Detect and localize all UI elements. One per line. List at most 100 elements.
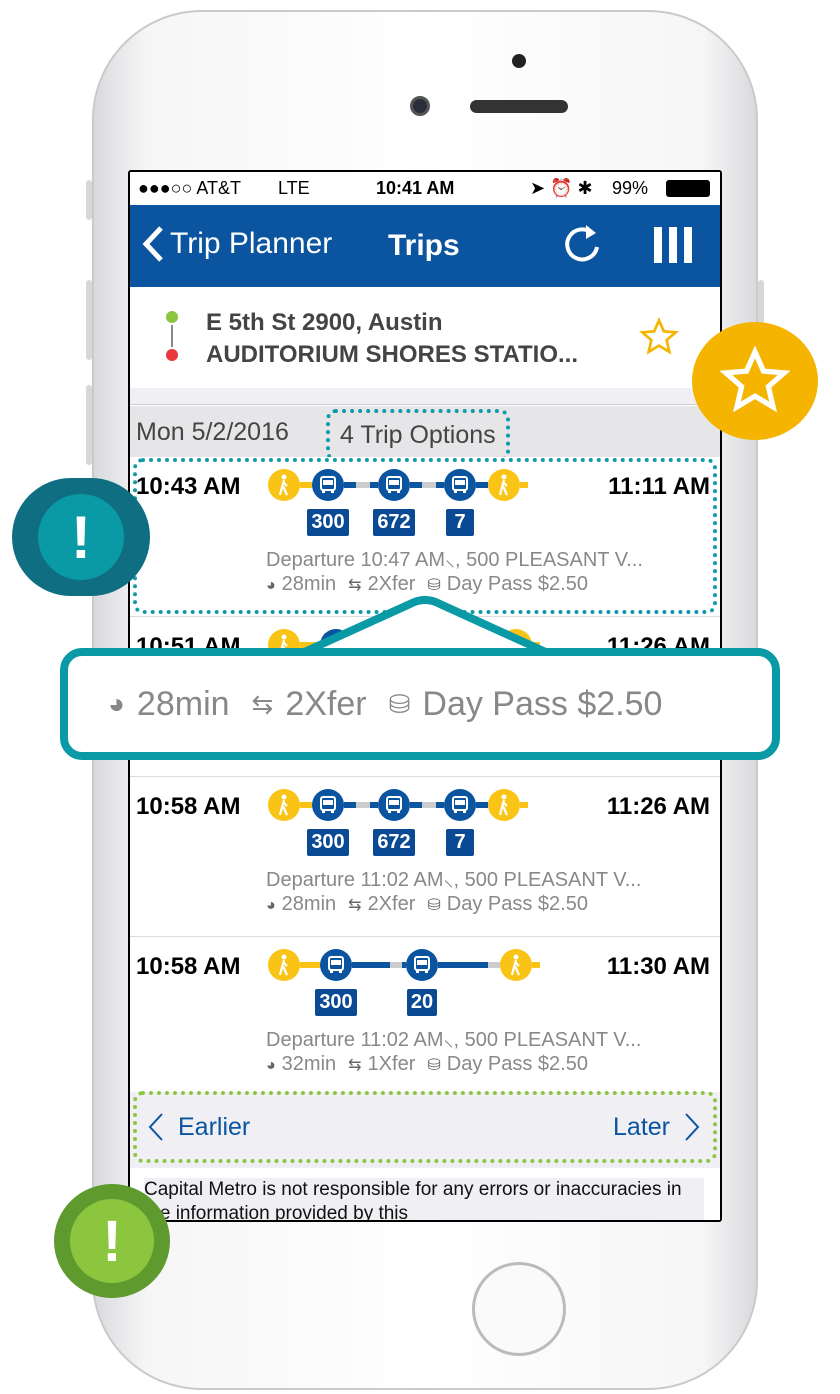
chevron-left-icon — [142, 226, 163, 262]
walk-segment — [520, 802, 528, 808]
disclaimer: Capital Metro is not responsible for any… — [144, 1178, 704, 1220]
realtime-icon: ⸜ — [443, 1029, 454, 1051]
highlight-pager — [133, 1091, 717, 1163]
bus-icon — [312, 789, 344, 821]
trip-row[interactable]: 10:58 AM 300 20 11:30 AM Departure 11:02 AM⸜… — [130, 937, 720, 1097]
alert-bubble-green: ! — [54, 1184, 170, 1298]
origin-dot-icon — [166, 311, 178, 323]
battery-percent: 99% — [612, 178, 649, 198]
alert-bubble-teal: ! — [12, 478, 150, 596]
coins-icon: ⛁ — [427, 897, 441, 914]
duration: 28min — [281, 893, 337, 915]
departure-stop: , 500 PLEASANT V... — [453, 869, 642, 891]
back-button[interactable]: Trip Planner — [142, 225, 332, 263]
departure-info: Departure 11:02 AM⸜, 500 PLEASANT V... — [266, 865, 641, 892]
volume-down-button — [86, 385, 92, 465]
transfers: 1Xfer — [367, 1053, 416, 1075]
clock-icon: ◕ — [266, 897, 276, 914]
walk-segment — [532, 962, 540, 968]
exclamation-icon: ! — [38, 494, 124, 580]
destination-address: AUDITORIUM SHORES STATIO... — [206, 341, 579, 368]
transfer-icon: ⇆ — [348, 897, 362, 914]
walk-icon — [488, 789, 520, 821]
transfers: 2Xfer — [367, 893, 416, 915]
trip-summary-callout: ◕ 28min ⇆ 2Xfer ⛁ Day Pass $2.50 — [60, 648, 780, 760]
walk-segment — [300, 802, 312, 808]
arrive-time: 11:26 AM — [606, 793, 710, 820]
nav-bar: Trip Planner Trips — [130, 205, 720, 287]
trip-stats: ◕ 32min ⇆ 1Xfer ⛁ Day Pass $2.50 — [266, 1053, 588, 1076]
refresh-icon[interactable] — [562, 223, 604, 265]
transfer-segment — [352, 962, 406, 968]
walk-icon — [268, 949, 300, 981]
bus-icon — [406, 949, 438, 981]
depart-time: 10:58 AM — [136, 793, 241, 820]
bus-icon — [378, 789, 410, 821]
volume-up-button — [86, 280, 92, 360]
transfer-icon: ⇆ — [251, 688, 274, 719]
walk-icon — [268, 789, 300, 821]
clock-icon: ◕ — [266, 1057, 276, 1074]
home-button[interactable] — [472, 1262, 566, 1356]
route-badge: 300 — [315, 989, 357, 1016]
star-icon[interactable] — [638, 317, 680, 357]
departure-time: Departure 11:02 AM — [266, 1029, 444, 1051]
origin-address: E 5th St 2900, Austin — [206, 309, 443, 336]
walk-segment — [300, 962, 320, 968]
mute-switch — [86, 180, 92, 220]
proximity-sensor — [512, 54, 526, 68]
network: LTE — [278, 178, 310, 198]
departure-stop: , 500 PLEASANT V... — [453, 1029, 642, 1051]
back-label: Trip Planner — [170, 227, 333, 260]
trip-legs: 300 20 — [268, 949, 540, 1016]
route-badge: 672 — [373, 829, 415, 856]
ride-segment — [438, 962, 500, 968]
star-icon — [719, 346, 791, 413]
coins-icon: ⛁ — [427, 1057, 441, 1074]
trip-date: Mon 5/2/2016 — [136, 418, 289, 446]
exclamation-icon: ! — [70, 1199, 154, 1283]
coins-icon: ⛁ — [388, 688, 411, 719]
arrive-time: 11:30 AM — [606, 953, 710, 980]
carrier: ●●●○○ AT&T — [138, 178, 242, 198]
menu-icon[interactable] — [654, 227, 694, 263]
trip-row[interactable]: 10:58 AM 300 672 7 11:26 AM Departure 11:02 A… — [130, 777, 720, 937]
route-badge: 7 — [446, 829, 474, 856]
trip-stats: ◕ 28min ⇆ 2Xfer ⛁ Day Pass $2.50 — [266, 893, 588, 916]
front-camera — [410, 96, 430, 116]
fare: Day Pass $2.50 — [446, 1053, 588, 1075]
ride-segment — [476, 802, 488, 808]
bus-icon — [444, 789, 476, 821]
transfer-segment — [410, 802, 444, 808]
realtime-icon: ⸜ — [443, 869, 454, 891]
status-bar: ●●●○○ AT&T LTE 10:41 AM ➤ ⏰ ✱ 99% — [130, 172, 720, 205]
departure-time: Departure 11:02 AM — [266, 869, 444, 891]
separator — [130, 388, 720, 405]
route-badge: 20 — [406, 989, 438, 1016]
trip-endpoints: E 5th St 2900, Austin AUDITORIUM SHORES … — [130, 287, 720, 388]
bus-icon — [320, 949, 352, 981]
depart-time: 10:58 AM — [136, 953, 241, 980]
transfer-segment — [344, 802, 378, 808]
route-badge: 300 — [307, 829, 349, 856]
battery-icon — [666, 180, 710, 197]
trip-legs: 300 672 7 — [268, 789, 528, 856]
date-header: Mon 5/2/2016 4 Trip Options — [130, 406, 720, 462]
callout-duration: 28min — [136, 684, 230, 723]
earpiece — [470, 100, 568, 113]
walk-icon — [500, 949, 532, 981]
departure-info: Departure 11:02 AM⸜, 500 PLEASANT V... — [266, 1025, 641, 1052]
trip-options-count: 4 Trip Options — [326, 409, 510, 462]
callout-transfers: 2Xfer — [285, 684, 367, 723]
clock-icon: ◕ — [108, 688, 125, 719]
transfer-icon: ⇆ — [348, 1057, 362, 1074]
duration: 32min — [281, 1053, 337, 1075]
route-line — [171, 325, 173, 347]
clock: 10:41 AM — [376, 178, 455, 198]
location-alarm-bluetooth-icons: ➤ ⏰ ✱ — [530, 178, 593, 198]
page-title: Trips — [388, 229, 460, 262]
fare: Day Pass $2.50 — [446, 893, 588, 915]
destination-dot-icon — [166, 349, 178, 361]
callout-fare: Day Pass $2.50 — [422, 684, 663, 723]
highlight-trip-row — [133, 458, 717, 614]
